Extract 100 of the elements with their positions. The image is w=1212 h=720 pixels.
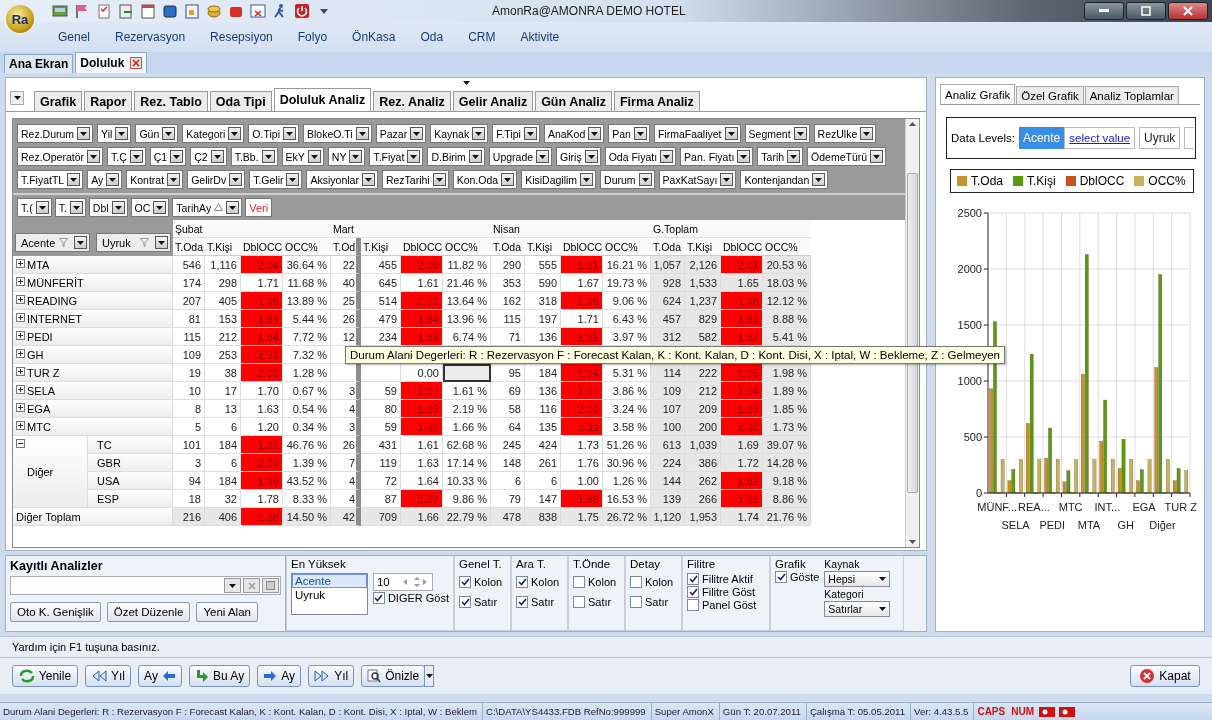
table-cell: 4 [331, 472, 361, 490]
table-cell: 64 [491, 418, 525, 436]
table-cell: 4 [331, 400, 361, 418]
table-cell: 22 [331, 256, 361, 274]
table-cell: 2.00 [561, 400, 603, 418]
table-cell: 514 [361, 292, 401, 310]
table-cell: 318 [525, 292, 561, 310]
table-cell: 115 [173, 328, 205, 346]
row-label: TUR Z [27, 366, 60, 379]
column-header: DblOCC [241, 238, 283, 256]
legend-label: T.Oda [971, 174, 1003, 188]
table-cell: 69 [491, 382, 525, 400]
table-cell: 2.00 [721, 418, 763, 436]
table-cell: 1.95 [721, 364, 763, 382]
table-cell: 8.88 % [763, 310, 811, 328]
table-cell: 1.76 [561, 454, 603, 472]
table-cell: 1.72 [721, 454, 763, 472]
table-cell: 17 [205, 382, 241, 400]
table-cell: 36.64 % [283, 256, 331, 274]
table-cell: 21.76 % [763, 508, 811, 526]
table-cell: 101 [173, 436, 205, 454]
table-cell: 10.33 % [443, 472, 491, 490]
table-cell: 2.11 [561, 418, 603, 436]
row-label: ESP [96, 492, 119, 505]
table-cell: 1.65 [721, 274, 763, 292]
table-cell: 1,953 [685, 508, 721, 526]
table-cell: 829 [685, 310, 721, 328]
table-cell: 51.26 % [603, 436, 651, 454]
table-cell: 1.97 [401, 382, 443, 400]
table-cell: 46.76 % [283, 436, 331, 454]
table-cell: 16.21 % [603, 256, 651, 274]
group-title: Genel T. [459, 558, 503, 570]
table-cell: 139 [651, 490, 685, 508]
table-cell: 1.98 % [763, 364, 811, 382]
table-cell: 353 [491, 274, 525, 292]
status-text: C:\DATA\YS4433.FDB RefNo:999999 [483, 703, 652, 720]
axis-label: INT... [1094, 501, 1121, 513]
row-label: INTERNET [27, 312, 82, 325]
table-cell: 5.41 % [763, 328, 811, 346]
table-cell: 2.04 [241, 256, 283, 274]
table-cell: 1.87 [721, 328, 763, 346]
table-cell: 11.68 % [283, 274, 331, 292]
table-cell: 298 [205, 274, 241, 292]
table-cell: 209 [685, 400, 721, 418]
column-header: T.Kişi [205, 238, 241, 256]
table-cell: 245 [491, 436, 525, 454]
table-cell: 5.31 % [603, 364, 651, 382]
table-cell: 1.73 % [763, 418, 811, 436]
group-title: Filitre [687, 558, 717, 570]
table-cell: 1.28 % [283, 364, 331, 382]
table-cell: 109 [173, 346, 205, 364]
column-header: OCC% [763, 238, 811, 256]
table-cell: 162 [491, 292, 525, 310]
table-cell: 0.00 [401, 364, 443, 382]
table-cell: 11.82 % [443, 256, 491, 274]
table-cell: 26 [331, 436, 361, 454]
table-cell: 1.78 [241, 490, 283, 508]
table-cell: 455 [361, 256, 401, 274]
table-cell: 1.86 [401, 328, 443, 346]
table-cell: 546 [173, 256, 205, 274]
table-cell: 261 [525, 454, 561, 472]
table-cell: 9.18 % [763, 472, 811, 490]
table-cell: 1.97 [561, 382, 603, 400]
table-cell: 2.32 [241, 346, 283, 364]
table-cell: 8 [173, 400, 205, 418]
column-header: OCC% [443, 238, 491, 256]
table-cell: 184 [205, 436, 241, 454]
table-cell: 1,039 [685, 436, 721, 454]
table-cell: 1.61 [401, 274, 443, 292]
row-label: MTA [27, 258, 50, 271]
table-cell: 2,126 [685, 256, 721, 274]
table-cell: 100 [651, 418, 685, 436]
table-cell: 174 [173, 274, 205, 292]
table-cell: 94 [173, 472, 205, 490]
table-cell: 13.96 % [443, 310, 491, 328]
table-cell: 1.94 [721, 382, 763, 400]
table-cell: 1.82 [721, 472, 763, 490]
table-cell: 1.00 [561, 472, 603, 490]
table-cell: 928 [651, 274, 685, 292]
table-cell: 30.96 % [603, 454, 651, 472]
table-cell: 3 [173, 454, 205, 472]
column-header: OCC% [283, 238, 331, 256]
table-cell: 1.20 [241, 418, 283, 436]
table-cell: 42 [331, 508, 361, 526]
table-cell: 207 [173, 292, 205, 310]
group-title: Detay [630, 558, 662, 570]
tooltip: Durum Alani Degerleri: R : Rezervasyon F : Forecast Kalan, K : Kont. Kalan, D : Kont. Disi, X : Iptal, W : Bekleme, Z : Gelmeyen [345, 346, 1005, 364]
table-cell: 17.14 % [443, 454, 491, 472]
table-cell: 59 [361, 418, 401, 436]
table-cell: 0.67 % [283, 382, 331, 400]
table-cell: 1.86 [561, 490, 603, 508]
axis-label: MTC [1058, 501, 1083, 513]
table-cell: 1.90 [401, 418, 443, 436]
table-cell: 1.88 [241, 508, 283, 526]
table-cell: 3.58 % [603, 418, 651, 436]
group-title: En Yüksek [291, 558, 347, 570]
table-cell: 116 [525, 400, 561, 418]
table-cell: 1.91 [561, 256, 603, 274]
table-cell: 2.06 [401, 256, 443, 274]
table-cell: 1.95 [401, 400, 443, 418]
